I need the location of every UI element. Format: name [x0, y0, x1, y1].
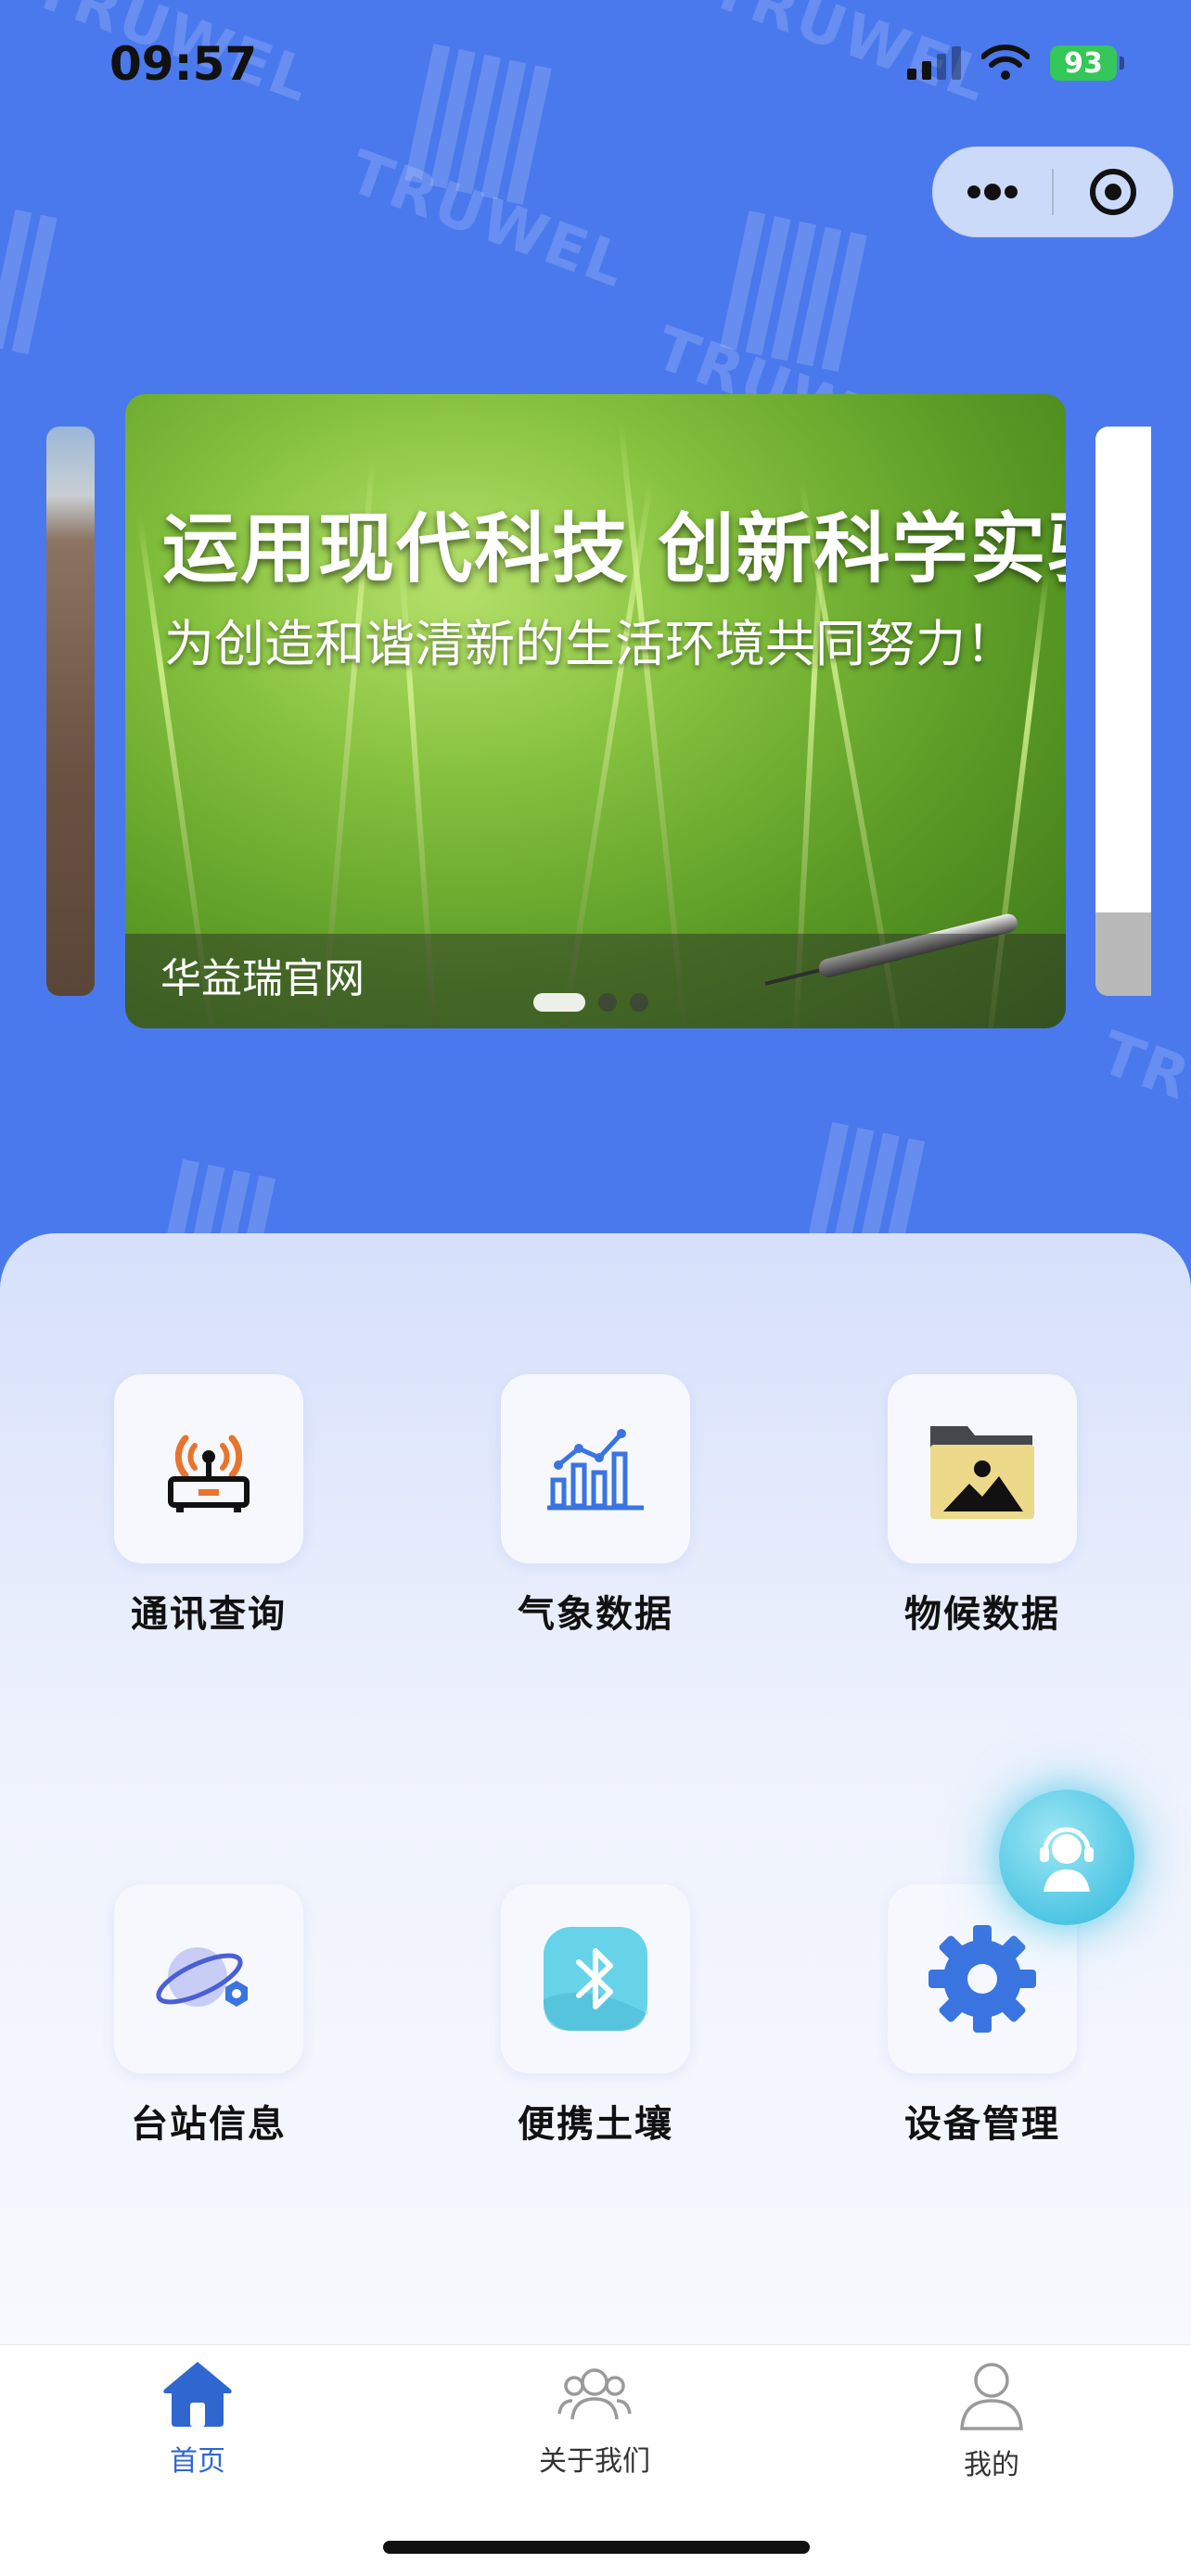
menu-item-label: 台站信息: [131, 2103, 287, 2146]
menu-item-label: 气象数据: [518, 1593, 673, 1636]
menu-icon-box: [888, 1374, 1077, 1563]
menu-icon-box: [501, 1884, 690, 2073]
signal-icon: [907, 46, 961, 80]
gear-icon: [928, 1925, 1036, 2033]
menu-item-label: 物候数据: [904, 1593, 1060, 1636]
carousel-prev-card[interactable]: [46, 427, 95, 996]
carousel-dot[interactable]: [630, 993, 648, 1012]
menu-icon-box: [501, 1374, 690, 1563]
router-icon: [168, 1435, 250, 1512]
watermark-logo: [404, 44, 561, 210]
home-indicator[interactable]: [383, 2541, 810, 2554]
tab-label: 首页: [170, 2445, 225, 2478]
menu-item-station[interactable]: 台站信息: [88, 1884, 329, 2148]
status-indicators: 93: [907, 45, 1124, 82]
home-icon: [163, 2362, 232, 2427]
customer-service-icon: [1040, 1827, 1094, 1892]
watermark-logo: [0, 209, 66, 360]
group-icon: [557, 2368, 632, 2420]
carousel-indicator: [533, 993, 648, 1012]
menu-item-label: 通讯查询: [131, 1593, 287, 1636]
tab-mine[interactable]: 我的: [899, 2358, 1084, 2482]
tab-label: 关于我们: [539, 2445, 650, 2478]
menu-item-label: 便携土壤: [518, 2103, 673, 2146]
planet-icon: [156, 1947, 248, 2007]
tab-about-us[interactable]: 关于我们: [502, 2358, 687, 2479]
menu-item-portable-soil[interactable]: 便携土壤: [475, 1884, 716, 2148]
close-button[interactable]: [1054, 147, 1172, 236]
menu-item-label: 设备管理: [904, 2103, 1060, 2146]
tab-label: 我的: [964, 2449, 1019, 2481]
page: TRUWEL TRUWEL TRUWEL TRUWEL TRUWEL 09:57…: [0, 0, 1191, 2576]
customer-service-button[interactable]: [999, 1790, 1134, 1925]
watermark-text: TRUWEL: [1091, 1018, 1191, 1183]
carousel-dot[interactable]: [533, 993, 585, 1012]
banner-title: 运用现代科技 创新科学实验: [162, 505, 1066, 593]
photo-folder-icon: [930, 1426, 1034, 1519]
wifi-icon: [981, 45, 1030, 80]
carousel-dot[interactable]: [598, 993, 617, 1012]
bluetooth-icon: [544, 1927, 647, 2031]
carousel-next-card[interactable]: [1095, 427, 1151, 996]
status-time: 09:57: [109, 37, 258, 91]
tab-home[interactable]: 首页: [105, 2358, 290, 2479]
user-icon: [960, 2363, 1023, 2430]
battery-level: 93: [1064, 46, 1103, 80]
more-dots-icon: [967, 184, 1018, 200]
menu-item-communication[interactable]: 通讯查询: [88, 1374, 329, 1638]
carousel-banner[interactable]: 运用现代科技 创新科学实验 为创造和谐清新的生活环境共同努力！ 华益瑞官网: [125, 394, 1066, 1028]
menu-icon-box: [114, 1374, 303, 1563]
watermark-logo: [720, 210, 877, 377]
target-icon: [1090, 169, 1136, 215]
card-caption-bar: [1095, 912, 1151, 996]
bar-chart-icon: [547, 1429, 644, 1511]
miniprogram-capsule: [932, 147, 1173, 237]
banner-subtitle: 为创造和谐清新的生活环境共同努力！: [164, 615, 1016, 673]
menu-icon-box: [114, 1884, 303, 2073]
battery-icon: 93: [1050, 45, 1124, 81]
banner-caption: 华益瑞官网: [160, 955, 365, 1002]
menu-item-weather[interactable]: 气象数据: [475, 1374, 716, 1638]
menu-item-phenology[interactable]: 物候数据: [862, 1374, 1103, 1638]
more-button[interactable]: [933, 147, 1052, 236]
